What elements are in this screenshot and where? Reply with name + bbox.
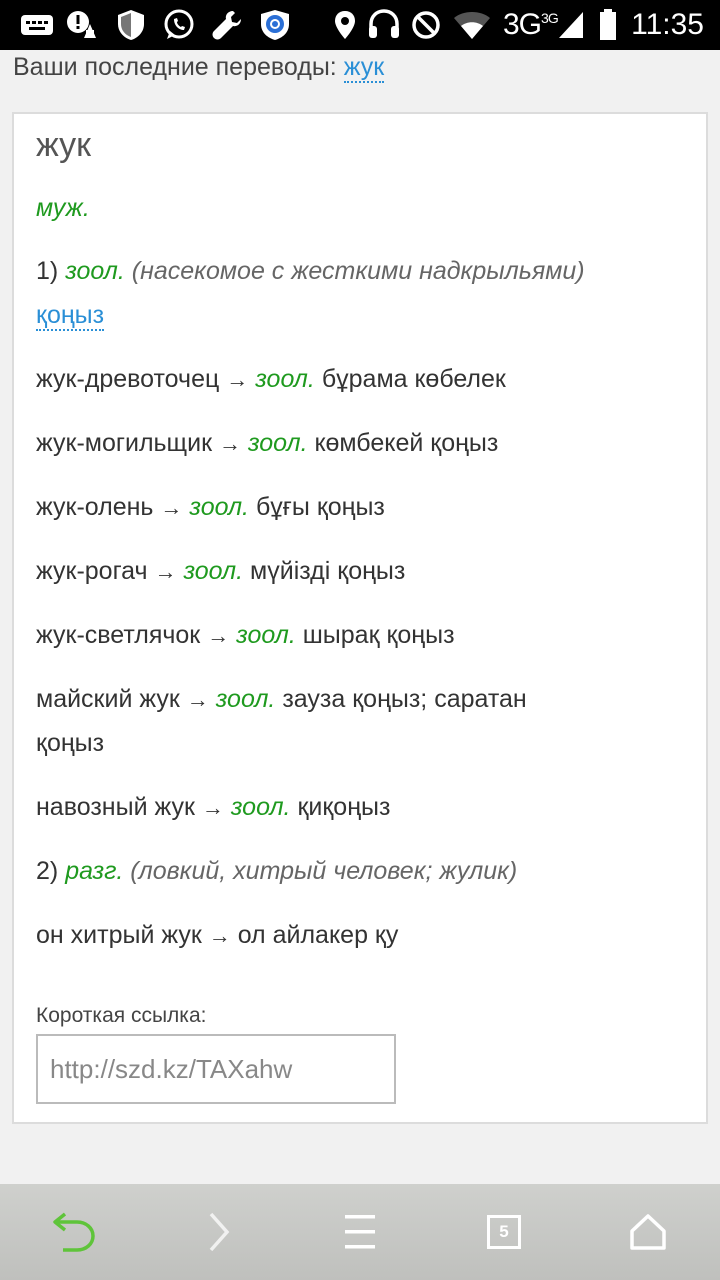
recent-link[interactable]: жук	[343, 53, 385, 83]
clock: 11:35	[631, 8, 704, 41]
signal-icon	[556, 9, 586, 41]
shield-icon	[116, 9, 146, 41]
tabs-icon: 5	[487, 1215, 521, 1249]
app-shield-icon	[258, 9, 292, 41]
phrase-translation: ол айлакер қу	[237, 921, 399, 949]
phrase-row: жук-древоточец → зоол. бұрама көбелек	[36, 365, 506, 394]
phrase-translation: көмбекей қоңыз	[314, 429, 499, 457]
phrase-translation: бұрама көбелек	[321, 365, 506, 393]
domain-label: зоол.	[230, 793, 291, 821]
back-button[interactable]	[44, 1202, 104, 1262]
location-icon	[332, 9, 358, 41]
arrow-icon: →	[154, 559, 177, 584]
headword: жук	[36, 126, 92, 164]
forward-icon	[209, 1212, 230, 1252]
battery-icon	[598, 9, 618, 41]
phrase-source: жук-могильщик	[36, 429, 213, 457]
home-icon	[630, 1214, 666, 1250]
alert-icon	[66, 9, 100, 41]
status-bar: 3G3G 11:35	[0, 0, 720, 50]
phrase-source: он хитрый жук	[36, 921, 202, 949]
sense-2: 2) разг. (ловкий, хитрый человек; жулик)	[36, 857, 517, 886]
short-link-label: Короткая ссылка:	[36, 1004, 207, 1027]
phrase-source: майский жук	[36, 685, 180, 713]
whatsapp-icon	[162, 9, 196, 41]
phrase-row: жук-олень → зоол. бұғы қоңыз	[36, 493, 385, 522]
sense-number: 2)	[36, 857, 59, 885]
recent-translations: Ваши последние переводы: жук	[13, 53, 385, 83]
wifi-icon	[452, 9, 492, 41]
phrase-translation: бұғы қоңыз	[255, 493, 385, 521]
phrase-row: он хитрый жук → ол айлакер қу	[36, 921, 398, 950]
headset-icon	[366, 9, 402, 41]
phrase-translation: зауза қоңыз; саратан	[282, 685, 527, 713]
arrow-icon: →	[160, 495, 183, 520]
phrase-row: жук-могильщик → зоол. көмбекей қоңыз	[36, 429, 498, 458]
phrase-source: жук-рогач	[36, 557, 148, 585]
short-link-field[interactable]: http://szd.kz/TAXahw	[36, 1034, 396, 1104]
phrase-translation: қиқоңыз	[297, 793, 391, 821]
domain-label: разг.	[65, 857, 124, 885]
gender: муж.	[36, 194, 90, 222]
domain-label: зоол.	[236, 621, 296, 649]
phrase-source: жук-олень	[36, 493, 154, 521]
sense-gloss: (ловкий, хитрый человек; жулик)	[130, 857, 518, 885]
network-type: 3G3G	[503, 8, 559, 41]
tabs-button[interactable]: 5	[474, 1202, 534, 1262]
domain-label: зоол.	[183, 557, 244, 585]
phrase-row: жук-светлячок → зоол. шырақ қоңыз	[36, 621, 455, 650]
phrase-source: навозный жук	[36, 793, 195, 821]
phrase-row-continued: қоңыз	[36, 729, 104, 758]
gender-label: муж.	[36, 194, 90, 223]
browser-toolbar: 5	[0, 1184, 720, 1280]
arrow-icon: →	[186, 687, 209, 712]
phrase-translation: қоңыз	[36, 729, 105, 757]
phrase-translation: шырақ қоңыз	[302, 621, 455, 649]
sense-1-translation: қоңыз	[36, 301, 105, 331]
recent-label: Ваши последние переводы:	[13, 53, 337, 81]
sense-1: 1) зоол. (насекомое с жесткими надкрылья…	[36, 257, 585, 286]
menu-button[interactable]	[330, 1202, 390, 1262]
domain-label: зоол.	[215, 685, 276, 713]
phrase-source: жук-светлячок	[36, 621, 201, 649]
menu-icon	[345, 1215, 375, 1249]
back-icon	[53, 1212, 95, 1252]
entry-card: жук муж. 1) зоол. (насекомое с жесткими …	[12, 112, 708, 1124]
phrase-row: майский жук → зоол. зауза қоңыз; саратан	[36, 685, 527, 714]
phrase-translation: мүйізді қоңыз	[250, 557, 406, 585]
arrow-icon: →	[207, 623, 230, 648]
home-button[interactable]	[618, 1202, 678, 1262]
keyboard-icon	[20, 9, 54, 41]
block-icon	[410, 9, 442, 41]
domain-label: зоол.	[255, 365, 315, 393]
translation-link[interactable]: қоңыз	[36, 301, 105, 331]
arrow-icon: →	[208, 923, 231, 948]
arrow-icon: →	[218, 431, 241, 456]
domain-label: зоол.	[189, 493, 250, 521]
phrase-source: жук-древоточец	[36, 365, 220, 393]
domain-label: зоол.	[247, 429, 308, 457]
sense-gloss: (насекомое с жесткими надкрыльями)	[131, 257, 585, 285]
forward-button[interactable]	[188, 1202, 248, 1262]
domain-label: зоол.	[65, 257, 125, 285]
phrase-row: жук-рогач → зоол. мүйізді қоңыз	[36, 557, 405, 586]
sense-number: 1)	[36, 257, 59, 285]
phrase-row: навозный жук → зоол. қиқоңыз	[36, 793, 390, 822]
arrow-icon: →	[226, 367, 249, 392]
arrow-icon: →	[201, 795, 224, 820]
wrench-icon	[210, 9, 244, 41]
